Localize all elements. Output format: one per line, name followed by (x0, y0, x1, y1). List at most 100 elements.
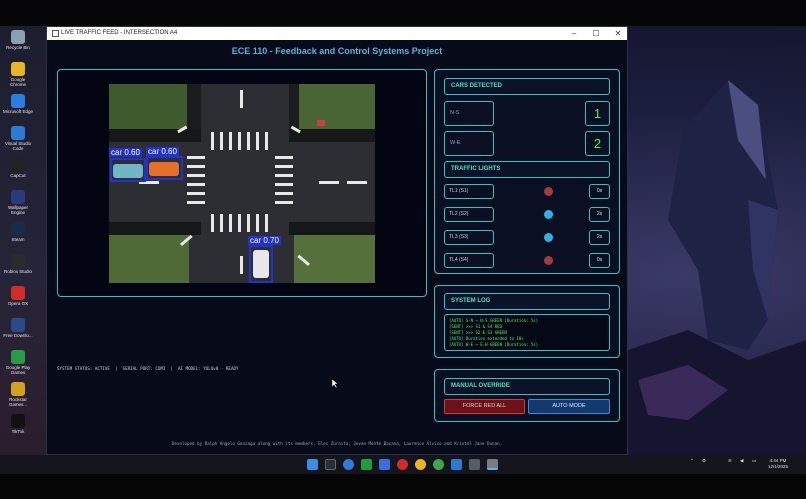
vscode-icon (11, 126, 25, 140)
traffic-light-timer-2: 2s (589, 207, 610, 222)
traffic-light-label-1: TL1 (S1) (444, 184, 494, 199)
manual-override-header: MANUAL OVERRIDE (444, 378, 610, 395)
credits-footer: Developed by Ralph Angelo Gonzaga along … (171, 441, 503, 446)
screen-top-bar (0, 0, 806, 26)
tray-chevron-icon[interactable]: ⌃ (690, 458, 694, 464)
desktop-icon[interactable]: Recycle Bin (3, 30, 33, 50)
rockstar-icon (11, 382, 25, 396)
window-title: LIVE TRAFFIC FEED - INTERSECTION A4 (61, 30, 178, 36)
settings-icon[interactable] (379, 459, 390, 470)
lane-count-we: 2 (585, 131, 610, 156)
traffic-light-label-4: TL4 (S4) (444, 253, 494, 268)
chrome-icon[interactable] (415, 459, 426, 470)
desktop-icon-label: Opera GX (7, 301, 29, 306)
minimize-button[interactable]: – (563, 27, 585, 40)
xbox-icon[interactable] (361, 459, 372, 470)
desktop-icon[interactable]: Rockstar Games... (3, 382, 33, 407)
download-icon (11, 318, 25, 332)
desktop-icon-label: Microsoft Edge (3, 109, 34, 114)
detection-box-3 (249, 245, 273, 283)
traffic-light-indicator-1 (544, 187, 553, 196)
desktop-icon-label: Steam (11, 237, 25, 242)
traffic-lights-header: TRAFFIC LIGHTS (444, 161, 610, 178)
maximize-button[interactable]: ☐ (585, 27, 607, 40)
traffic-light-indicator-3 (544, 233, 553, 242)
opera-icon (11, 286, 25, 300)
desktop-icon[interactable]: Wallpaper Engine (3, 190, 33, 215)
wallpaper-rock-art (628, 80, 806, 460)
desktop-icon-label: Google Chrome (9, 77, 26, 87)
chrome-profile-icon[interactable] (433, 459, 444, 470)
force-red-all-button[interactable]: FORCE RED ALL (444, 399, 525, 414)
desktop-icon-label: Wallpaper Engine (7, 205, 29, 215)
detection-label-1: car 0.60 (109, 148, 142, 157)
desktop-icon[interactable]: CapCut (3, 158, 33, 178)
taskbar: ⌃ ⚙ ≋ ◀ ▭ 4:44 PM 12/1/2025 (0, 455, 806, 474)
status-panel: CARS DETECTED N-S 1 W-E 2 TRAFFIC LIGHTS… (434, 69, 620, 274)
system-log-header: SYSTEM LOG (444, 293, 610, 310)
traffic-feed-window: LIVE TRAFFIC FEED - INTERSECTION A4 – ☐ … (46, 26, 628, 455)
desktop-icon[interactable]: Microsoft Edge (3, 94, 33, 114)
active-app-icon[interactable] (487, 459, 498, 470)
camera-feed: car 0.60 car 0.60 car 0.70 (109, 84, 375, 283)
system-log-output[interactable]: [AUTO] S-N → N-S GREEN (Duration: 5s) [S… (444, 314, 610, 351)
video-panel: car 0.60 car 0.60 car 0.70 (57, 69, 427, 297)
tiktok-icon (11, 414, 25, 428)
edge-icon[interactable] (343, 459, 354, 470)
lane-label-we: W-E (444, 131, 494, 156)
opera-icon[interactable] (397, 459, 408, 470)
tray-clock[interactable]: 4:44 PM 12/1/2025 (768, 458, 788, 470)
desktop-icon-label: Roblox Studio (3, 269, 33, 274)
desktop-icon[interactable]: Google Play Games (3, 350, 33, 375)
tray-battery-icon[interactable]: ▭ (752, 458, 756, 464)
close-button[interactable]: ✕ (607, 27, 629, 40)
desktop-icon[interactable]: Steam (3, 222, 33, 242)
desktop-icon[interactable]: TikTok (3, 414, 33, 434)
auto-mode-button[interactable]: AUTO MODE (528, 399, 610, 414)
intersection-scene (109, 84, 375, 283)
system-log-panel: SYSTEM LOG [AUTO] S-N → N-S GREEN (Durat… (434, 285, 620, 358)
traffic-light-timer-3: 2s (589, 230, 610, 245)
desktop-icon-label: TikTok (11, 429, 25, 434)
window-titlebar[interactable]: LIVE TRAFFIC FEED - INTERSECTION A4 – ☐ … (47, 27, 627, 40)
edge-icon (11, 94, 25, 108)
desktop-icon[interactable]: Visual Studio Code (3, 126, 33, 151)
start-icon[interactable] (307, 459, 318, 470)
wallpaper-engine-icon (11, 190, 25, 204)
manual-override-panel: MANUAL OVERRIDE FORCE RED ALL AUTO MODE (434, 369, 620, 422)
grass-sw (109, 234, 189, 283)
detection-label-3: car 0.70 (248, 236, 281, 245)
desktop-icon[interactable]: Opera GX (3, 286, 33, 306)
desktop-icon[interactable]: Free Downlo... (3, 318, 33, 338)
python-app-icon[interactable] (469, 459, 480, 470)
tray-volume-icon[interactable]: ◀ (740, 458, 743, 464)
vscode-icon[interactable] (451, 459, 462, 470)
recycle-bin-icon (11, 30, 25, 44)
system-status-bar: SYSTEM STATUS: ACTIVE | SERIAL PORT: COM… (57, 366, 239, 371)
desktop-icon-label: CapCut (10, 173, 26, 178)
lane-label-ns: N-S (444, 101, 494, 126)
desktop-icon[interactable]: Google Chrome (3, 62, 33, 87)
desktop-icon[interactable]: Roblox Studio (3, 254, 33, 274)
cars-detected-header: CARS DETECTED (444, 78, 610, 95)
desktop-icon-label: Rockstar Games... (8, 397, 28, 407)
traffic-light-indicator-2 (544, 210, 553, 219)
screen-bottom-bar (0, 474, 806, 499)
chrome-icon (11, 62, 25, 76)
capcut-icon (11, 158, 25, 172)
tray-wifi-icon[interactable]: ≋ (728, 458, 732, 464)
play-games-icon (11, 350, 25, 364)
grass-nw (109, 84, 187, 129)
roblox-icon (11, 254, 25, 268)
mouse-cursor-icon (332, 379, 338, 388)
traffic-light-timer-1: 0s (589, 184, 610, 199)
desktop-icon-label: Free Downlo... (3, 333, 33, 338)
traffic-light-indicator-4 (544, 256, 553, 265)
detection-box-1 (110, 158, 146, 182)
grass-ne (299, 84, 375, 129)
desktop-icon-label: Google Play Games (5, 365, 31, 375)
window-app-icon (52, 30, 59, 37)
detection-label-2: car 0.60 (146, 147, 179, 156)
tray-bluetooth-icon[interactable]: ⚙ (702, 458, 706, 464)
search-icon[interactable] (325, 459, 336, 470)
